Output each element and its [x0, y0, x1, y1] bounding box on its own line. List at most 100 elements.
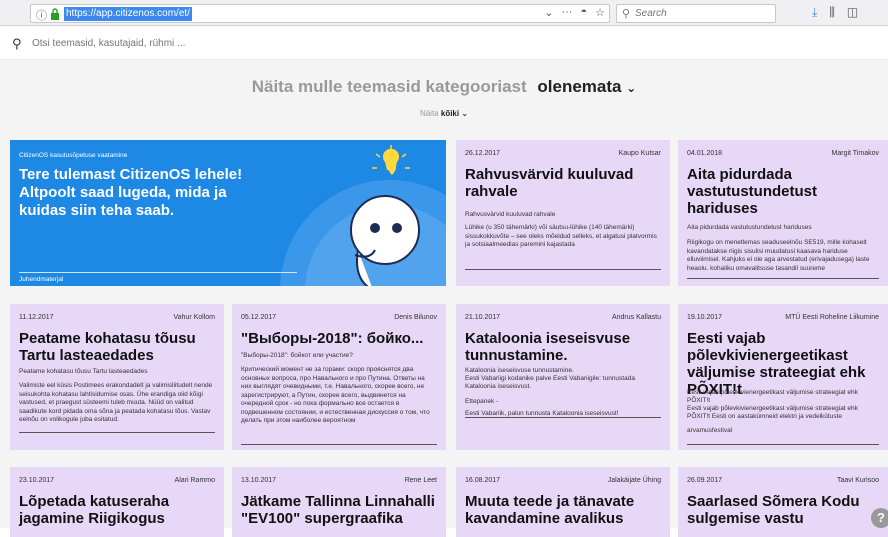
card-date: 16.08.2017 — [465, 477, 501, 484]
card-subtitle: Kataloonia iseseisvuse tunnustamine. Ees… — [465, 367, 635, 390]
featured-card[interactable]: CitizenOS kasutusõpetuse vaatamine Tere … — [10, 140, 446, 286]
card-title[interactable]: Muuta teede ja tänavate kavandamine aval… — [465, 493, 661, 527]
card-author: Margit Timakov — [831, 150, 879, 157]
browser-toolbar: ⓘ https://app.citizenos.com/et/ ⌄ ··· ◓ … — [0, 0, 888, 26]
card-title[interactable]: Saarlased Sõmera Kodu sulgemise vastu — [687, 493, 879, 527]
card-author: Alari Rammo — [174, 477, 215, 484]
divider — [465, 417, 661, 418]
card-summary: Valimiste eel küsis Postimees erakondade… — [19, 382, 213, 423]
url-bar[interactable]: ⓘ https://app.citizenos.com/et/ ⌄ ··· ◓ … — [30, 4, 610, 23]
search-icon[interactable]: ⚲ — [12, 36, 22, 52]
card-title[interactable]: Rahvusvärvid kuuluvad rahvale — [465, 166, 661, 200]
topic-card[interactable]: 26.09.2017 Taavi Kurisoo Saarlased Sõmera… — [678, 467, 888, 537]
search-icon: ⚲ — [622, 8, 631, 20]
card-author: Kaupo Kutsar — [618, 150, 661, 157]
filter-value: kõiki — [440, 109, 460, 118]
featured-title[interactable]: Tere tulemast CitizenOS lehele! Altpoolt… — [19, 166, 259, 220]
divider — [19, 432, 215, 433]
card-meta: 19.10.2017 MTÜ Eesti Roheline Liikumine — [687, 314, 879, 321]
card-date: 21.10.2017 — [465, 314, 501, 321]
topic-card[interactable]: 19.10.2017 MTÜ Eesti Roheline Liikumine E… — [678, 304, 888, 450]
card-footer: Ettepanek - — [465, 398, 499, 405]
card-meta: 16.08.2017 Jalakäijate Ühing — [465, 477, 661, 484]
card-title[interactable]: Eesti vajab põlevkivienergeetikast välju… — [687, 330, 879, 398]
card-meta: 23.10.2017 Alari Rammo — [19, 477, 215, 484]
card-date: 19.10.2017 — [687, 314, 723, 321]
card-title[interactable]: Kataloonia iseseisvuse tunnustamine. — [465, 330, 661, 364]
filter-dropdown[interactable]: kõiki ⌄ — [441, 109, 468, 118]
topic-card[interactable]: 26.12.2017 Kaupo Kutsar Rahvusvärvid kuul… — [456, 140, 670, 286]
card-author: Taavi Kurisoo — [836, 477, 879, 484]
card-subtitle: "Выборы-2018": бойкот или участие? — [241, 352, 353, 359]
category-header: Näita mulle teemasid kategooriast olenem… — [0, 60, 888, 140]
topic-card[interactable]: 13.10.2017 Rene Leet Jätkame Tallinna Lin… — [232, 467, 446, 537]
card-author: Jalakäijate Ühing — [607, 477, 661, 484]
card-subtitle: Eesti vajab põlevkivienergeetikast välju… — [687, 389, 858, 420]
topic-card[interactable]: 04.01.2018 Margit Timakov Aita pidurdada … — [678, 140, 888, 286]
card-summary: Критический момент не за горами: скоро п… — [241, 366, 430, 424]
sidebar-icon[interactable]: ◫ — [847, 5, 858, 20]
chevron-down-icon: ⌄ — [626, 81, 637, 95]
card-meta: 04.01.2018 Margit Timakov — [687, 150, 879, 157]
card-subtitle: Peatame kohatasu tõusu Tartu lasteaedade… — [19, 368, 148, 375]
category-dropdown[interactable]: olenemata ⌄ — [537, 77, 636, 96]
topic-card[interactable]: 23.10.2017 Alari Rammo Lõpetada katuserah… — [10, 467, 224, 537]
category-title-text: Näita mulle teemasid kategooriast — [251, 77, 527, 96]
info-icon[interactable]: ⓘ — [36, 7, 47, 23]
card-date: 23.10.2017 — [19, 477, 55, 484]
site-search-bar: ⚲ — [0, 26, 888, 60]
illustration — [280, 145, 446, 286]
browser-search-input[interactable] — [635, 7, 770, 20]
card-meta: 13.10.2017 Rene Leet — [241, 477, 437, 484]
card-date: 13.10.2017 — [241, 477, 277, 484]
card-date: 04.01.2018 — [687, 150, 723, 157]
card-summary: Riigikogu on menetlemas seaduseelnõu SE5… — [687, 239, 870, 270]
card-author: Rene Leet — [404, 477, 437, 484]
card-meta: 21.10.2017 Andrus Kallastu — [465, 314, 661, 321]
library-icon[interactable]: ⫼ — [829, 5, 835, 20]
filter-label: Näita — [419, 109, 439, 118]
card-subtitle: Rahvusvärvid kuuluvad rahvale — [465, 211, 556, 218]
divider — [687, 278, 879, 279]
card-meta: 26.12.2017 Kaupo Kutsar — [465, 150, 661, 157]
divider — [241, 444, 437, 445]
card-title[interactable]: "Выборы-2018": бойко... — [241, 330, 437, 347]
more-icon[interactable]: ··· — [561, 6, 572, 19]
card-date: 26.12.2017 — [465, 150, 501, 157]
card-date: 11.12.2017 — [19, 314, 54, 321]
card-date: 26.09.2017 — [687, 477, 723, 484]
topic-grid: CitizenOS kasutusõpetuse vaatamine Tere … — [0, 140, 888, 537]
card-summary: Lühike (u 350 tähemärki) või säutsu-lühi… — [465, 224, 657, 248]
help-button[interactable]: ? — [871, 508, 888, 528]
url-text[interactable]: https://app.citizenos.com/et/ — [64, 7, 192, 21]
card-meta: 11.12.2017 Vahur Kollom — [19, 314, 215, 321]
lock-icon — [51, 8, 59, 20]
divider — [465, 269, 661, 270]
chevron-down-icon[interactable]: ⌄ — [544, 6, 553, 19]
topic-card[interactable]: 11.12.2017 Vahur Kollom Peatame kohatasu … — [10, 304, 224, 450]
category-title: Näita mulle teemasid kategooriast olenem… — [0, 77, 888, 97]
card-date: 05.12.2017 — [241, 314, 277, 321]
featured-footer: Juhendmaterjal — [19, 276, 64, 283]
card-title[interactable]: Jätkame Tallinna Linnahalli "EV100" supe… — [241, 493, 437, 527]
card-title[interactable]: Aita pidurdada vastutustundetust haridus… — [687, 166, 879, 217]
topic-card[interactable]: 05.12.2017 Denis Bilunov "Выборы-2018": б… — [232, 304, 446, 450]
star-icon[interactable]: ☆ — [595, 6, 605, 19]
card-footer-2: Eesti Vabariik, palun tunnusta Katalooni… — [465, 410, 619, 417]
topic-card[interactable]: 21.10.2017 Andrus Kallastu Kataloonia ise… — [456, 304, 670, 450]
category-value: olenemata — [537, 77, 622, 96]
site-search-input[interactable] — [32, 35, 432, 51]
pocket-icon[interactable]: ◓ — [580, 6, 587, 19]
card-title[interactable]: Peatame kohatasu tõusu Tartu lasteaedade… — [19, 330, 215, 364]
card-meta: 26.09.2017 Taavi Kurisoo — [687, 477, 879, 484]
card-author: Andrus Kallastu — [611, 314, 661, 321]
featured-meta: CitizenOS kasutusõpetuse vaatamine — [19, 152, 128, 159]
card-meta: 05.12.2017 Denis Bilunov — [241, 314, 437, 321]
card-author: MTÜ Eesti Roheline Liikumine — [785, 314, 879, 321]
divider — [687, 444, 879, 445]
card-title[interactable]: Lõpetada katuseraha jagamine Riigikogus — [19, 493, 215, 527]
browser-search-bar[interactable]: ⚲ — [616, 4, 776, 23]
download-icon[interactable]: ⤓ — [812, 5, 817, 20]
card-author: Denis Bilunov — [394, 314, 437, 321]
topic-card[interactable]: 16.08.2017 Jalakäijate Ühing Muuta teede … — [456, 467, 670, 537]
